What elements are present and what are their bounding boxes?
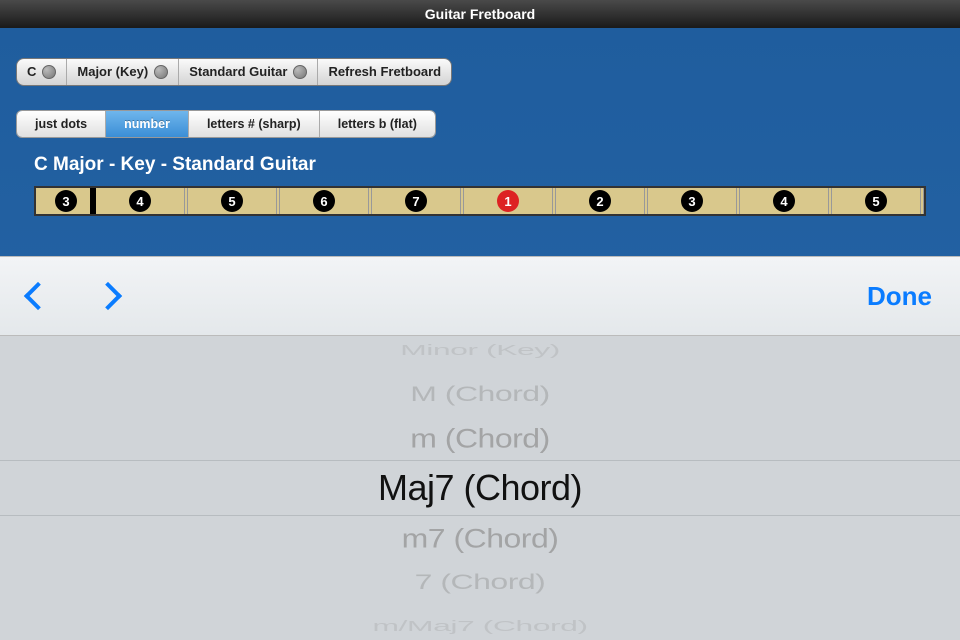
refresh-label: Refresh Fretboard [328,59,441,85]
refresh-button[interactable]: Refresh Fretboard [318,59,451,85]
picker-nav-arrows [28,286,118,306]
picker-next-button[interactable] [94,282,122,310]
display-mode-tab[interactable]: just dots [17,111,106,137]
root-note-button[interactable]: C [17,59,67,85]
picker-option[interactable]: M (Chord) [410,380,550,409]
fret-marker: 2 [589,190,611,212]
dropdown-dot-icon [154,65,168,79]
picker-option[interactable]: Maj7 (Chord) [378,460,582,516]
fretboard[interactable]: 3 4 5 6 7 1 2 3 4 5 [34,186,926,216]
fret-marker: 5 [221,190,243,212]
fret-marker: 6 [313,190,335,212]
display-mode-tab[interactable]: number [106,111,189,137]
tuning-button[interactable]: Standard Guitar [179,59,318,85]
picker-overlay: Done Minor (Key) M (Chord) m (Chord) Maj7 (… [0,256,960,640]
picker-wheel[interactable]: Minor (Key) M (Chord) m (Chord) Maj7 (Chord… [0,336,960,640]
window-title: Guitar Fretboard [425,6,535,22]
main-toolbar: C Major (Key) Standard Guitar Refresh Fr… [0,28,960,216]
fret-marker: 1 [497,190,519,212]
picker-prev-button[interactable] [24,282,52,310]
fret-marker: 4 [773,190,795,212]
picker-option[interactable]: m/Maj7 (Chord) [372,616,587,636]
scale-mode-button[interactable]: Major (Key) [67,59,179,85]
dropdown-dot-icon [42,65,56,79]
dropdown-dot-icon [293,65,307,79]
picker-option[interactable]: 7 (Chord) [415,568,546,597]
picker-option[interactable]: m7 (Chord) [402,519,559,556]
display-mode-segment: just dotsnumberletters # (sharp)letters … [16,110,436,138]
fret-marker: 3 [681,190,703,212]
display-mode-tab[interactable]: letters b (flat) [320,111,435,137]
picker-option[interactable]: m (Chord) [410,419,550,456]
config-segment: C Major (Key) Standard Guitar Refresh Fr… [16,58,452,86]
window-titlebar: Guitar Fretboard [0,0,960,28]
picker-done-button[interactable]: Done [867,281,932,312]
root-note-label: C [27,59,36,85]
picker-toolbar: Done [0,256,960,336]
fretboard-heading: C Major - Key - Standard Guitar [34,154,944,176]
fret-marker: 3 [55,190,77,212]
app-background: C Major (Key) Standard Guitar Refresh Fr… [0,28,960,640]
fret-marker: 4 [129,190,151,212]
picker-option[interactable]: Minor (Key) [400,340,560,360]
display-mode-tab[interactable]: letters # (sharp) [189,111,320,137]
fret-marker: 5 [865,190,887,212]
scale-mode-label: Major (Key) [77,59,148,85]
fret-marker: 7 [405,190,427,212]
tuning-label: Standard Guitar [189,59,287,85]
